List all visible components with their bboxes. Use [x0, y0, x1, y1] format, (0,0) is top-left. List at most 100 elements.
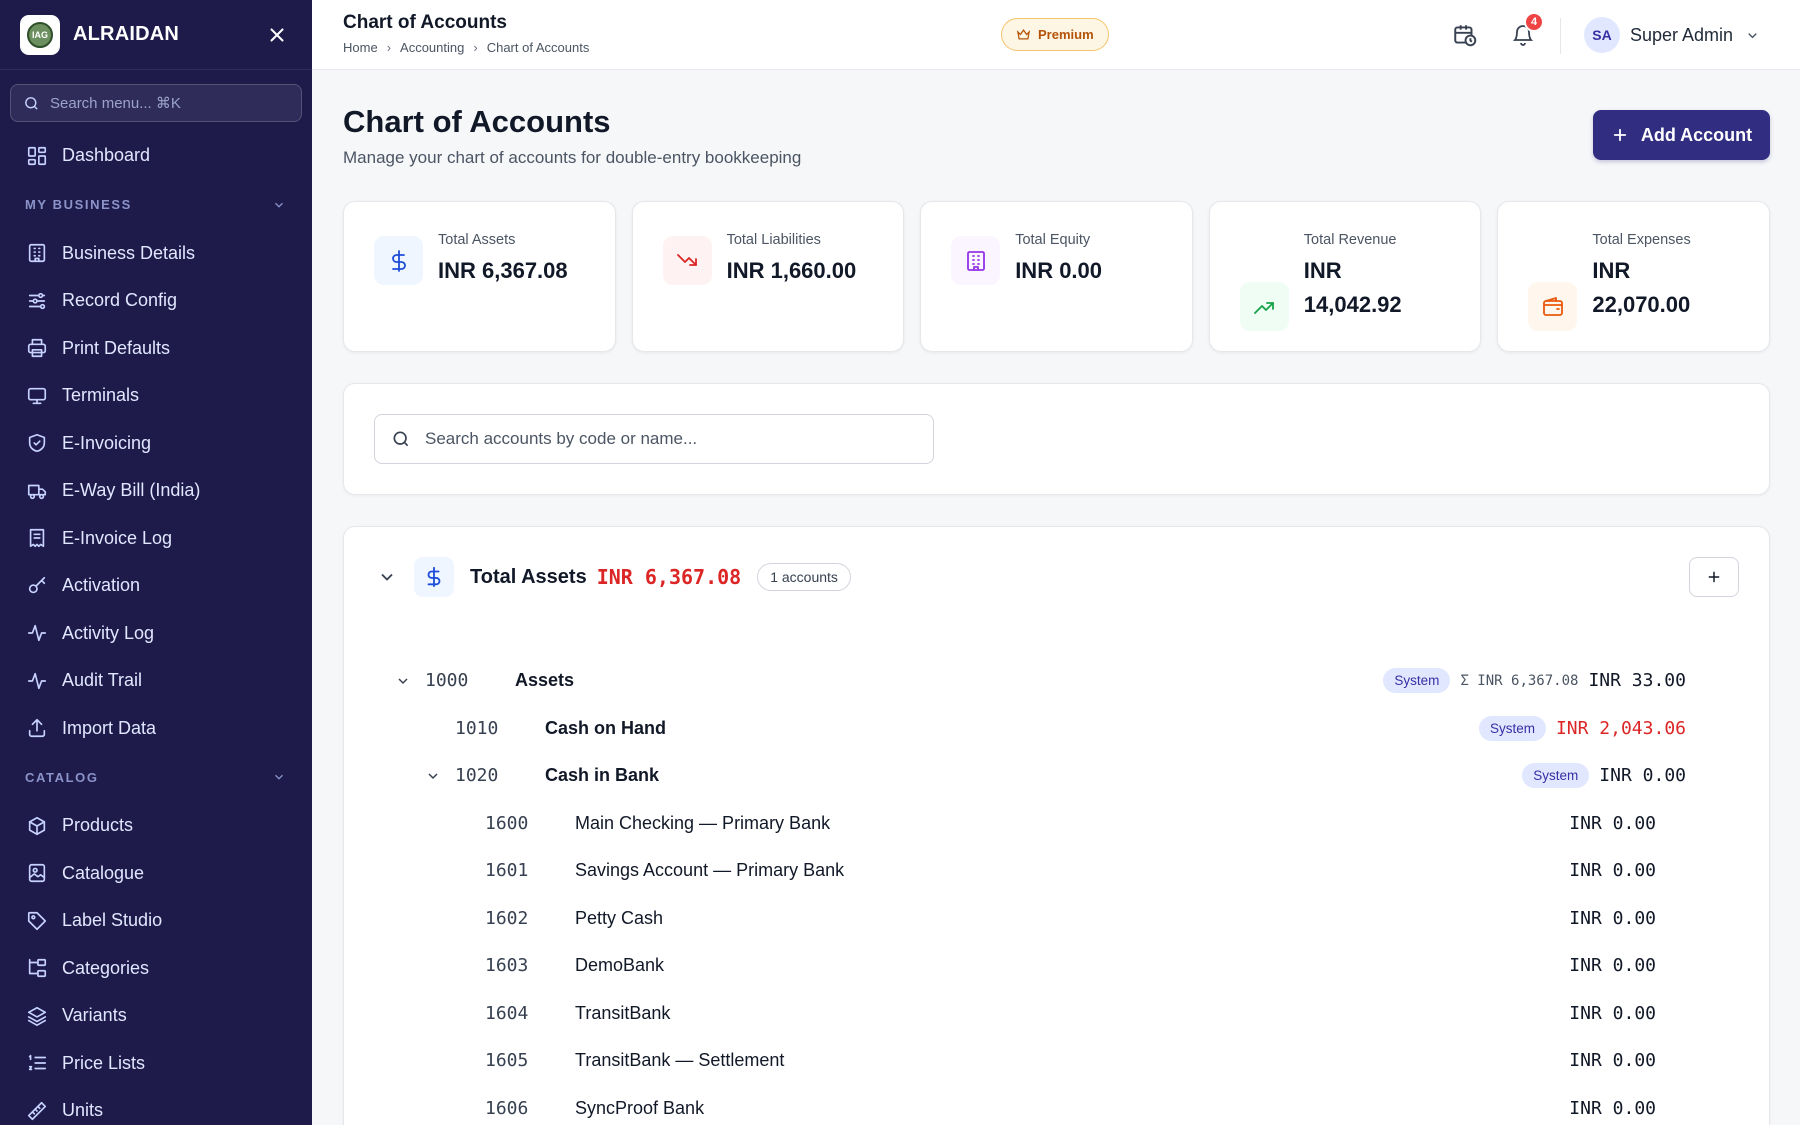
account-row[interactable]: 1600 Main Checking — Primary Bank INR 0.00	[344, 800, 1769, 848]
sidebar-item-print-defaults[interactable]: Print Defaults	[0, 325, 312, 373]
sidebar-item-activity-log[interactable]: Activity Log	[0, 610, 312, 658]
sidebar-item-dashboard[interactable]: Dashboard	[0, 132, 312, 180]
premium-badge[interactable]: Premium	[1001, 18, 1109, 51]
sidebar-item-e-way-bill-india[interactable]: E-Way Bill (India)	[0, 467, 312, 515]
stat-text: Total Revenue INR 14,042.92	[1304, 232, 1424, 322]
sidebar-item-variants[interactable]: Variants	[0, 992, 312, 1040]
crown-icon	[1016, 29, 1031, 40]
sidebar-item-record-config[interactable]: Record Config	[0, 277, 312, 325]
catalog-nav-list: Products Catalogue Label Studio Categories V…	[0, 802, 312, 1125]
stat-icon-box	[1239, 282, 1289, 331]
sliders-icon	[28, 292, 46, 309]
account-row[interactable]: 1000 Assets System Σ INR 6,367.08 INR 33.00	[344, 657, 1769, 705]
sidebar-search[interactable]	[10, 84, 302, 122]
account-name: Assets	[515, 670, 575, 691]
account-meta: INR 0.00	[1569, 813, 1656, 834]
chevron-right-icon: ›	[473, 40, 478, 55]
stat-card-total-equity: Total Equity INR 0.00	[920, 201, 1193, 352]
account-balance: INR 0.00	[1569, 860, 1656, 882]
tag-icon	[27, 911, 47, 930]
account-row[interactable]: 1602 Petty Cash INR 0.00	[344, 895, 1769, 943]
calendar-clock-button[interactable]	[1450, 20, 1480, 50]
sidebar-item-label: E-Invoice Log	[62, 527, 173, 548]
sidebar-item-audit-trail[interactable]: Audit Trail	[0, 657, 312, 705]
plus-icon	[1708, 571, 1720, 583]
sidebar-item-label-studio[interactable]: Label Studio	[0, 897, 312, 945]
stat-value: INR 0.00	[1015, 258, 1103, 283]
collapse-group-button[interactable]	[374, 564, 400, 590]
account-search-input[interactable]	[425, 429, 905, 449]
account-row[interactable]: 1604 TransitBank INR 0.00	[344, 990, 1769, 1038]
section-label: CATALOG	[25, 769, 99, 785]
list-ordered-icon	[28, 1055, 47, 1071]
sidebar-item-label: Label Studio	[62, 910, 163, 931]
breadcrumb-accounting[interactable]: Accounting	[400, 40, 464, 55]
user-menu[interactable]: SA Super Admin	[1584, 17, 1760, 53]
account-name: Cash in Bank	[545, 765, 660, 786]
breadcrumb-home[interactable]: Home	[343, 40, 378, 55]
chevron-down-icon	[1748, 32, 1757, 38]
close-sidebar-button[interactable]	[262, 20, 292, 50]
sidebar-item-e-invoice-log[interactable]: E-Invoice Log	[0, 515, 312, 563]
account-row[interactable]: 1603 DemoBank INR 0.00	[344, 942, 1769, 990]
book-image-icon	[28, 864, 46, 883]
trending-up-icon	[1254, 301, 1275, 314]
account-balance: INR 0.00	[1569, 1097, 1656, 1119]
header-title: Chart of Accounts	[343, 12, 507, 33]
add-account-button[interactable]: Add Account	[1593, 110, 1770, 160]
account-row[interactable]: 1010 Cash on Hand System INR 2,043.06	[344, 705, 1769, 753]
account-code: 1602	[485, 907, 529, 929]
expand-row-button[interactable]	[423, 766, 443, 786]
account-code: 1000	[425, 670, 469, 692]
printer-icon	[27, 339, 47, 358]
sidebar-item-activation[interactable]: Activation	[0, 562, 312, 610]
sidebar-search-input[interactable]	[50, 94, 270, 112]
trending-down-icon	[677, 253, 697, 266]
account-balance: INR 0.00	[1569, 955, 1656, 977]
system-badge: System	[1522, 763, 1590, 789]
brand-logo[interactable]: IAG	[20, 14, 60, 55]
account-name: Petty Cash	[575, 907, 664, 928]
sidebar-item-e-invoicing[interactable]: E-Invoicing	[0, 420, 312, 468]
account-row[interactable]: 1606 SyncProof Bank INR 0.00	[344, 1085, 1769, 1125]
account-row[interactable]: 1605 TransitBank — Settlement INR 0.00	[344, 1037, 1769, 1085]
user-name: Super Admin	[1630, 24, 1734, 45]
brand-logo-mark: IAG	[27, 21, 53, 48]
rollup-total: Σ INR 6,367.08	[1460, 672, 1579, 689]
account-name: Main Checking — Primary Bank	[575, 812, 831, 833]
sidebar-item-catalogue[interactable]: Catalogue	[0, 850, 312, 898]
account-row[interactable]: 1601 Savings Account — Primary Bank INR 0.…	[344, 847, 1769, 895]
sidebar-item-categories[interactable]: Categories	[0, 945, 312, 993]
account-search[interactable]	[374, 414, 934, 464]
sidebar-item-label: Record Config	[62, 290, 178, 311]
stat-icon-box	[951, 236, 1001, 285]
account-balance: INR 0.00	[1569, 1002, 1656, 1024]
group-icon-box	[414, 557, 454, 597]
account-name: SyncProof Bank	[575, 1097, 705, 1118]
top-header: Chart of Accounts Home › Accounting › Ch…	[312, 0, 1800, 70]
sidebar-item-label: Dashboard	[62, 145, 151, 166]
header-divider	[1560, 18, 1561, 54]
chevron-down-icon	[275, 202, 283, 208]
account-name: Cash on Hand	[545, 717, 667, 738]
upload-icon	[28, 719, 46, 738]
sidebar-item-products[interactable]: Products	[0, 802, 312, 850]
sidebar-item-terminals[interactable]: Terminals	[0, 372, 312, 420]
sidebar-item-units[interactable]: Units	[0, 1087, 312, 1125]
sidebar-item-business-details[interactable]: Business Details	[0, 230, 312, 278]
section-label: MY BUSINESS	[25, 197, 132, 212]
package-icon	[28, 816, 46, 835]
sidebar-item-price-lists[interactable]: Price Lists	[0, 1040, 312, 1088]
account-code: 1603	[485, 955, 529, 977]
sidebar-item-label: Activation	[62, 575, 141, 596]
account-row[interactable]: 1020 Cash in Bank System INR 0.00	[344, 752, 1769, 800]
expand-row-button[interactable]	[393, 671, 413, 691]
notifications-button[interactable]: 4	[1508, 12, 1544, 50]
add-to-group-button[interactable]	[1689, 557, 1739, 597]
sidebar: IAG ALRAIDAN Dashboard MY BUSINESS Busin…	[0, 0, 312, 1125]
account-balance: INR 33.00	[1588, 670, 1686, 692]
sidebar-section-catalog[interactable]: CATALOG	[0, 752, 312, 802]
account-balance: INR 0.00	[1569, 812, 1656, 834]
sidebar-section-my-business[interactable]: MY BUSINESS	[0, 180, 312, 230]
sidebar-item-import-data[interactable]: Import Data	[0, 705, 312, 753]
